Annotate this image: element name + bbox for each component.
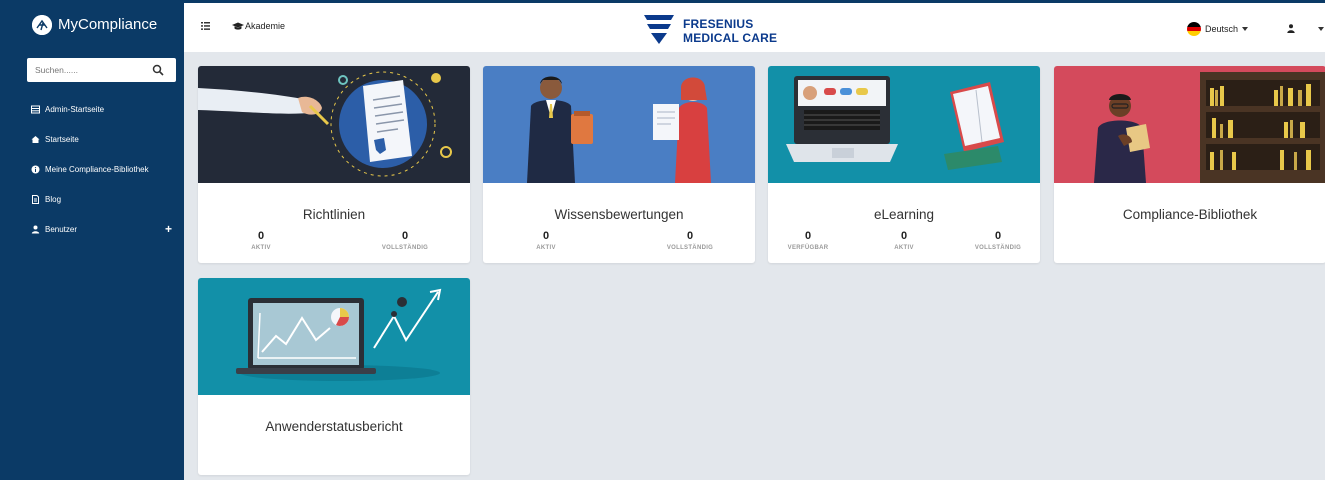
richtlinien-illustration — [198, 66, 470, 183]
sidebar-item-benutzer[interactable]: Benutzer + — [0, 214, 184, 244]
sidebar-item-startseite[interactable]: Startseite — [0, 124, 184, 154]
brand-title: MyCompliance — [58, 16, 158, 33]
stat-verfuegbar: 0 VERFÜGBAR — [773, 230, 843, 251]
card-compliance-bibliothek[interactable]: Compliance-Bibliothek — [1054, 66, 1325, 263]
card-title: Compliance-Bibliothek — [1122, 207, 1258, 222]
mycompliance-logo-icon — [32, 15, 52, 35]
card-wissensbewertungen[interactable]: Wissensbewertungen 0 AKTIV 0 VOLLSTÄNDIG — [483, 66, 755, 263]
compliance-bibliothek-illustration — [1054, 66, 1325, 183]
brand[interactable]: MyCompliance — [0, 0, 184, 52]
sidebar-item-label: Startseite — [45, 134, 79, 144]
stat-label: AKTIV — [536, 245, 556, 251]
elearning-illustration — [768, 66, 1040, 183]
sidebar-item-label: Admin-Startseite — [45, 104, 105, 114]
card-title: Wissensbewertungen — [554, 207, 684, 222]
stat-value: 0 — [994, 230, 1002, 242]
wissensbewertungen-illustration — [483, 66, 755, 183]
fresenius-logo: FRESENIUS MEDICAL CARE — [644, 9, 794, 49]
sidebar-nav: Admin-Startseite Startseite Meine Compli… — [0, 94, 184, 244]
stat-value: 0 — [542, 230, 550, 242]
stat-label: VOLLSTÄNDIG — [666, 245, 714, 251]
user-menu-chevron-icon[interactable] — [1318, 27, 1324, 31]
stat-aktiv: 0 AKTIV — [869, 230, 939, 251]
anwenderstatusbericht-illustration — [198, 278, 470, 395]
stat-label: VERFÜGBAR — [787, 245, 829, 251]
fresenius-mark-icon — [644, 15, 674, 44]
stat-aktiv: 0 AKTIV — [226, 230, 296, 251]
sidebar-item-label: Blog — [45, 194, 62, 204]
user-icon — [31, 225, 40, 234]
card-elearning[interactable]: eLearning 0 VERFÜGBAR 0 AKTIV 0 VOLLSTÄN… — [768, 66, 1040, 263]
info-icon — [31, 165, 40, 174]
sidebar-item-admin-startseite[interactable]: Admin-Startseite — [0, 94, 184, 124]
stat-value: 0 — [257, 230, 265, 242]
card-title: Richtlinien — [302, 207, 366, 222]
search-input[interactable] — [27, 58, 147, 82]
logo-line1: FRESENIUS — [683, 17, 754, 31]
search-icon[interactable] — [152, 64, 164, 76]
card-anwenderstatusbericht[interactable]: Anwenderstatusbericht — [198, 278, 470, 475]
akademie-label: Akademie — [245, 21, 286, 31]
top-bar: Akademie FRESENIUS MEDICAL CARE Deutsch — [184, 0, 1325, 52]
german-flag-icon — [1187, 22, 1201, 36]
stat-aktiv: 0 AKTIV — [511, 230, 581, 251]
user-menu-icon[interactable] — [1287, 24, 1295, 33]
chevron-down-icon — [1242, 27, 1249, 31]
stat-value: 0 — [686, 230, 694, 242]
search-box — [27, 58, 176, 82]
expand-plus-icon[interactable]: + — [165, 222, 172, 236]
akademie-link[interactable]: Akademie — [232, 21, 285, 31]
language-selector[interactable]: Deutsch — [1187, 22, 1249, 36]
graduation-cap-icon — [232, 22, 244, 30]
document-icon — [31, 194, 40, 204]
sidebar-item-meine-compliance-bibliothek[interactable]: Meine Compliance-Bibliothek — [0, 154, 184, 184]
stat-value: 0 — [900, 230, 908, 242]
stat-value: 0 — [401, 230, 409, 242]
card-title: eLearning — [873, 207, 935, 222]
language-label: Deutsch — [1205, 24, 1239, 34]
table-icon — [31, 105, 40, 114]
stat-label: VOLLSTÄNDIG — [381, 245, 429, 251]
sidebar: MyCompliance Admin-Startseite Startseite… — [0, 0, 184, 480]
card-title: Anwenderstatusbericht — [265, 419, 403, 434]
stat-vollstaendig: 0 VOLLSTÄNDIG — [370, 230, 440, 251]
list-icon[interactable] — [201, 22, 210, 30]
stat-vollstaendig: 0 VOLLSTÄNDIG — [655, 230, 725, 251]
sidebar-item-blog[interactable]: Blog — [0, 184, 184, 214]
stat-label: AKTIV — [251, 245, 271, 251]
logo-line2: MEDICAL CARE — [683, 31, 778, 45]
stat-label: VOLLSTÄNDIG — [974, 245, 1022, 251]
stat-label: AKTIV — [894, 245, 914, 251]
home-icon — [31, 135, 40, 144]
card-richtlinien[interactable]: Richtlinien 0 AKTIV 0 VOLLSTÄNDIG — [198, 66, 470, 263]
sidebar-item-label: Benutzer — [45, 224, 78, 234]
sidebar-item-label: Meine Compliance-Bibliothek — [45, 164, 149, 174]
stat-value: 0 — [804, 230, 812, 242]
stat-vollstaendig: 0 VOLLSTÄNDIG — [963, 230, 1033, 251]
